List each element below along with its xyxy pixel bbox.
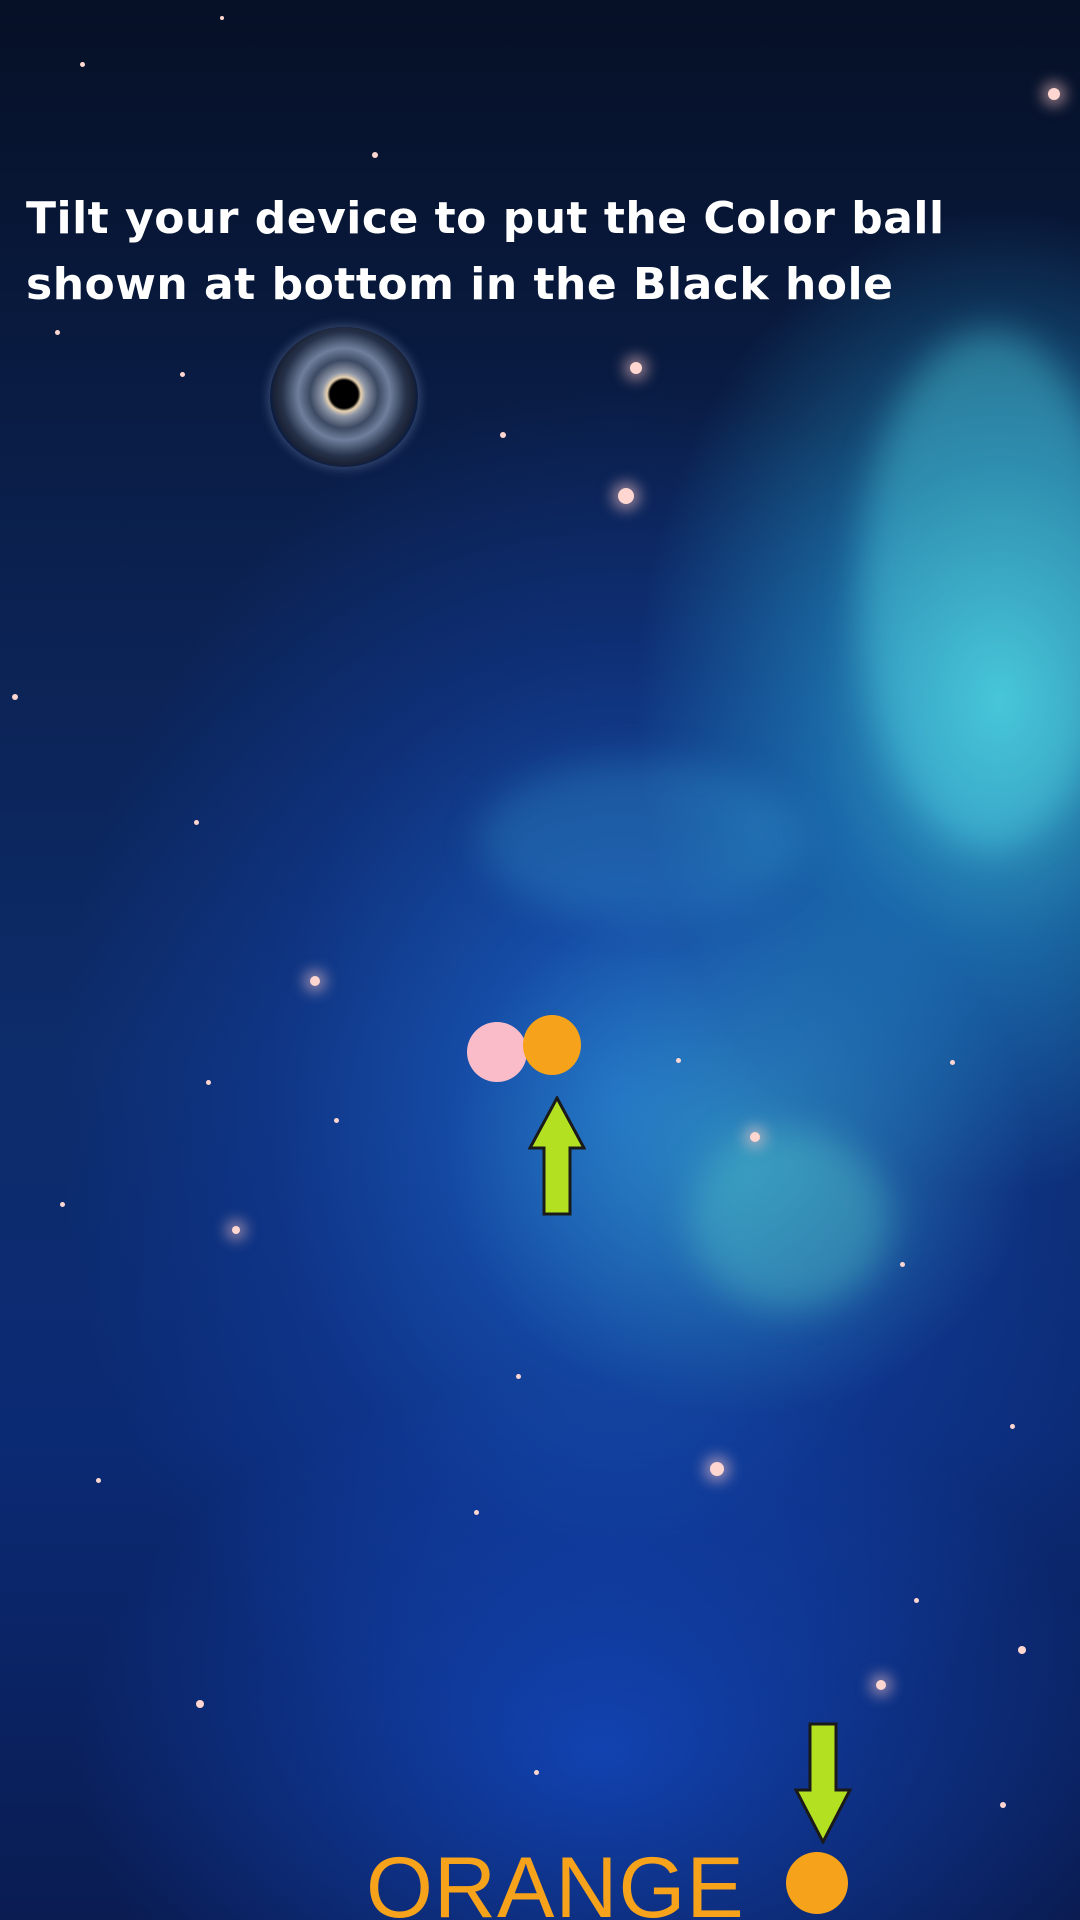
star — [676, 1058, 681, 1063]
nebula-cloud — [480, 760, 800, 920]
star — [60, 1202, 65, 1207]
star — [876, 1680, 886, 1690]
star — [232, 1226, 240, 1234]
star — [950, 1060, 955, 1065]
star — [618, 488, 634, 504]
arrow-up-icon — [528, 1096, 586, 1216]
game-screen: Tilt your device to put the Color ball s… — [0, 0, 1080, 1920]
star — [914, 1598, 919, 1603]
star — [534, 1770, 539, 1775]
star — [206, 1080, 211, 1085]
orange-ball[interactable] — [523, 1015, 581, 1075]
star — [196, 1700, 204, 1708]
target-color-label: ORANGE — [366, 1840, 745, 1920]
star — [310, 976, 320, 986]
star — [334, 1118, 339, 1123]
black-hole-target — [270, 327, 418, 467]
star — [630, 362, 642, 374]
arrow-down-icon — [794, 1722, 852, 1844]
target-color-ball — [786, 1852, 848, 1914]
star — [80, 62, 85, 67]
star — [372, 152, 378, 158]
star — [900, 1262, 905, 1267]
star — [516, 1374, 521, 1379]
star — [710, 1462, 724, 1476]
star — [1010, 1424, 1015, 1429]
instruction-text: Tilt your device to put the Color ball s… — [26, 193, 945, 310]
star — [55, 330, 60, 335]
nebula-cloud — [860, 330, 1080, 850]
star — [96, 1478, 101, 1483]
star — [474, 1510, 479, 1515]
star — [220, 16, 224, 20]
star — [180, 372, 185, 377]
nebula-cloud — [690, 1130, 890, 1310]
pink-ball[interactable] — [467, 1022, 527, 1082]
star — [1000, 1802, 1006, 1808]
star — [500, 432, 506, 438]
star — [750, 1132, 760, 1142]
star — [194, 820, 199, 825]
star — [1048, 88, 1060, 100]
star — [12, 694, 18, 700]
star — [1018, 1646, 1026, 1654]
